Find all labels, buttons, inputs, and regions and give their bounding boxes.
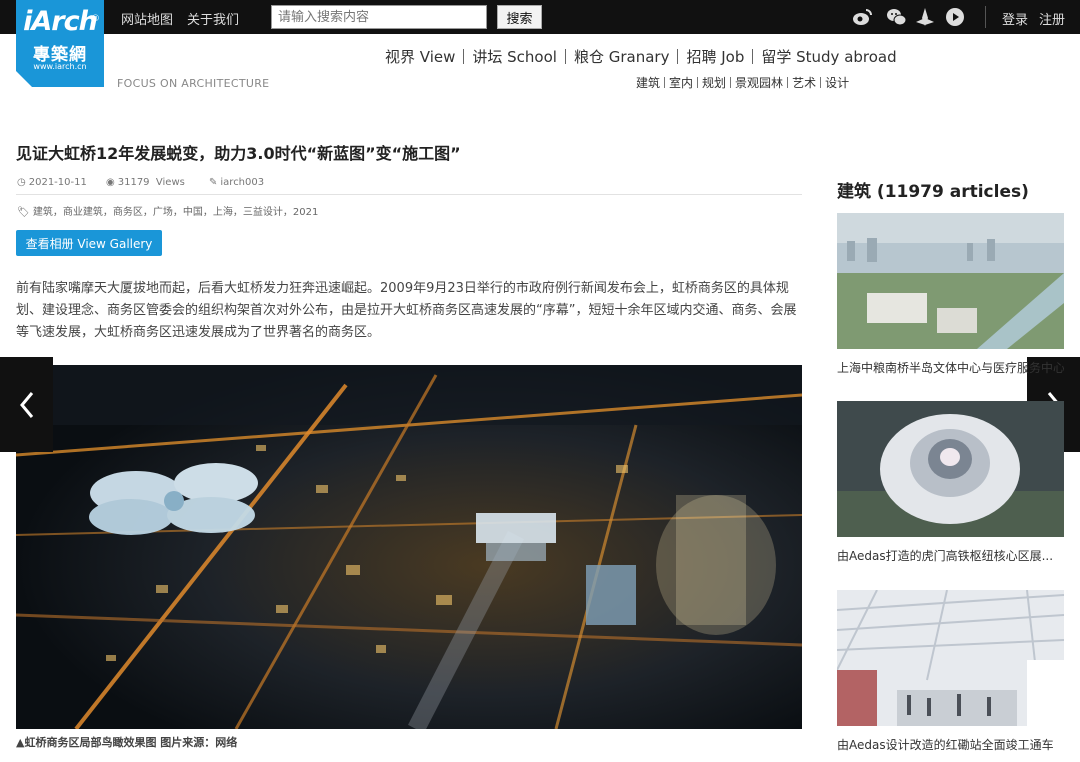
sidebar-article-caption: 由Aedas设计改造的红磡站全面竣工通车 bbox=[837, 738, 1054, 752]
subnav-separator bbox=[697, 77, 699, 88]
subnav-separator bbox=[664, 77, 666, 88]
sidebar-article-caption: 由Aedas打造的虎门高铁枢纽核心区展... bbox=[837, 549, 1054, 563]
article-author: ✎ iarch003 bbox=[209, 177, 264, 188]
sidebar-article-card[interactable]: 由Aedas设计改造的红磡站全面竣工通车 bbox=[837, 590, 1064, 753]
site-logo[interactable]: iArch ® 專築網 www.iarch.cn bbox=[16, 0, 104, 87]
tag-icon: 🏷 bbox=[17, 207, 30, 218]
tag-item[interactable]: 商业建筑 bbox=[63, 207, 103, 218]
tag-item[interactable]: 建筑 bbox=[33, 207, 53, 218]
article-tags: 🏷 建筑，商业建筑，商务区，广场，中国，上海，三益设计，2021 bbox=[17, 207, 319, 218]
tag-item[interactable]: 三益设计 bbox=[243, 207, 283, 218]
logo-registered-mark: ® bbox=[91, 14, 100, 24]
nav-item-school[interactable]: 讲坛 School bbox=[472, 48, 557, 66]
carousel-prev-button[interactable] bbox=[0, 357, 53, 452]
site-tagline: FOCUS ON ARCHITECTURE bbox=[117, 77, 270, 90]
sidebar-article-caption: 上海中粮南桥半岛文体中心与医疗服务中心 bbox=[837, 361, 1064, 375]
sidebar-article-thumbnail bbox=[837, 401, 1064, 537]
tag-item[interactable]: 商务区 bbox=[113, 207, 143, 218]
tag-item[interactable]: 2021 bbox=[293, 207, 318, 218]
about-us-link[interactable]: 关于我们 bbox=[187, 9, 239, 28]
sub-nav: 建筑 室内 规划 景观园林 艺术 设计 bbox=[636, 72, 849, 91]
tag-item[interactable]: 上海 bbox=[213, 207, 233, 218]
play-icon[interactable] bbox=[944, 6, 966, 28]
nav-separator bbox=[564, 49, 566, 64]
tag-item[interactable]: 广场 bbox=[153, 207, 173, 218]
site-map-link[interactable]: 网站地图 bbox=[121, 9, 173, 28]
article-author-value[interactable]: iarch003 bbox=[220, 177, 264, 188]
eye-icon: ◉ bbox=[106, 177, 115, 188]
sidebar-article-card[interactable]: 由Aedas打造的虎门高铁枢纽核心区展... bbox=[837, 401, 1064, 564]
subnav-item-landscape[interactable]: 景观园林 bbox=[735, 76, 783, 90]
nav-separator bbox=[752, 49, 754, 64]
weibo-icon[interactable] bbox=[851, 6, 873, 28]
sidebar-article-card[interactable]: 上海中粮南桥半岛文体中心与医疗服务中心 bbox=[837, 213, 1064, 376]
meta-divider bbox=[16, 194, 802, 195]
nav-item-job[interactable]: 招聘 Job bbox=[686, 48, 744, 66]
subnav-separator bbox=[730, 77, 732, 88]
logo-url: www.iarch.cn bbox=[33, 62, 87, 71]
register-link[interactable]: 注册 bbox=[1039, 9, 1065, 28]
nav-item-study-abroad[interactable]: 留学 Study abroad bbox=[761, 48, 896, 66]
article-views-label: Views bbox=[155, 177, 185, 188]
search-button[interactable]: 搜索 bbox=[497, 5, 542, 29]
subnav-item-interior[interactable]: 室内 bbox=[669, 76, 693, 90]
article-date: ◷ 2021-10-11 bbox=[17, 177, 87, 188]
subnav-item-planning[interactable]: 规划 bbox=[702, 76, 726, 90]
sidebar-article-thumbnail bbox=[837, 590, 1064, 726]
top-bar: 网站地图 关于我们 搜索 登录 注册 bbox=[0, 0, 1080, 34]
search-input[interactable] bbox=[271, 5, 487, 29]
flower-icon[interactable] bbox=[914, 6, 936, 28]
nav-item-granary[interactable]: 粮仓 Granary bbox=[574, 48, 670, 66]
hero-image bbox=[16, 365, 802, 729]
article-date-value: 2021-10-11 bbox=[28, 177, 87, 188]
nav-item-view[interactable]: 视界 View bbox=[385, 48, 455, 66]
nav-separator bbox=[677, 49, 679, 64]
wechat-icon[interactable] bbox=[885, 6, 907, 28]
hero-image-caption: ▲虹桥商务区局部鸟瞰效果图 图片来源：网络 bbox=[16, 736, 238, 749]
tag-item[interactable]: 中国 bbox=[183, 207, 203, 218]
subnav-item-art[interactable]: 艺术 bbox=[792, 76, 816, 90]
subnav-item-architecture[interactable]: 建筑 bbox=[636, 76, 660, 90]
pencil-icon: ✎ bbox=[209, 177, 218, 188]
subnav-separator bbox=[787, 77, 789, 88]
chevron-left-icon bbox=[19, 391, 33, 418]
logo-corner-cut bbox=[16, 71, 32, 87]
article-views: ◉ 31179 Views bbox=[106, 177, 185, 188]
login-link[interactable]: 登录 bbox=[1002, 9, 1028, 28]
article-body: 前有陆家嘴摩天大厦拔地而起，后看大虹桥发力狂奔迅速崛起。2009年9月23日举行… bbox=[16, 281, 797, 340]
clock-icon: ◷ bbox=[17, 177, 26, 188]
article-views-value: 31179 bbox=[117, 177, 150, 188]
subnav-separator bbox=[820, 77, 822, 88]
subnav-item-design[interactable]: 设计 bbox=[825, 76, 849, 90]
topbar-divider bbox=[985, 6, 986, 28]
view-gallery-button[interactable]: 查看相册 View Gallery bbox=[16, 230, 162, 256]
sidebar-article-thumbnail bbox=[837, 213, 1064, 349]
main-nav: 视界 View 讲坛 School 粮仓 Granary 招聘 Job 留学 Study… bbox=[385, 46, 897, 66]
sidebar-heading: 建筑 (11979 articles) bbox=[837, 182, 1029, 202]
nav-separator bbox=[463, 49, 465, 64]
article-title: 见证大虹桥12年发展蜕变，助力3.0时代“新蓝图”变“施工图” bbox=[16, 144, 461, 163]
